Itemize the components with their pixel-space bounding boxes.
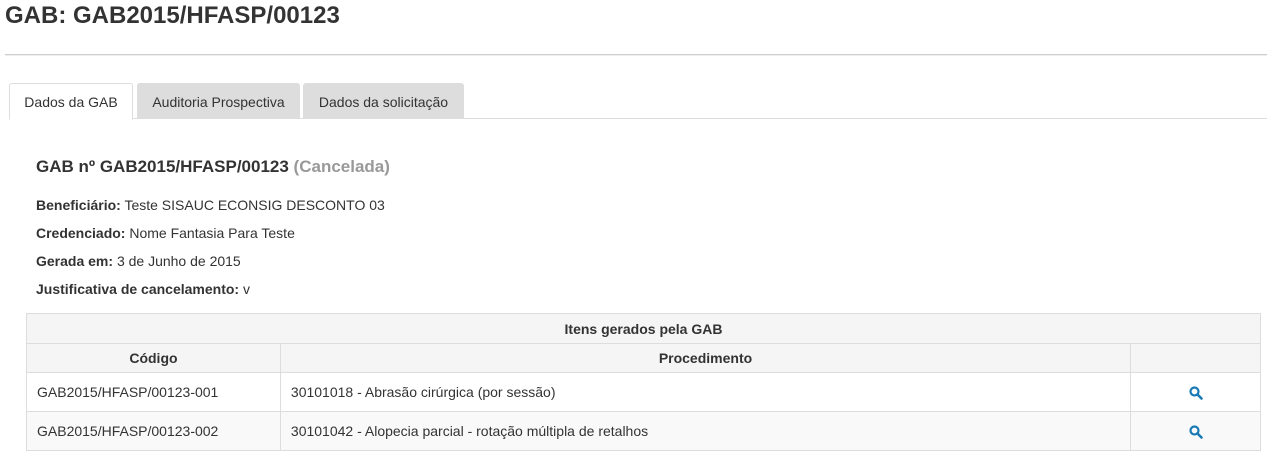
column-header-procedimento: Procedimento [279,343,1132,373]
table-caption: Itens gerados pela GAB [26,313,1261,344]
gab-heading: GAB nº GAB2015/HFASP/00123 (Cancelada) [36,156,390,178]
table-row: GAB2015/HFASP/00123-002 30101042 - Alope… [26,411,1261,451]
tab-bar: Dados da GAB Auditoria Prospectiva Dados… [9,83,1267,120]
field-value: v [242,281,250,297]
title-divider [5,54,1267,56]
field-justificativa: Justificativa de cancelamento: v [36,280,250,298]
field-credenciado: Credenciado: Nome Fantasia Para Teste [36,224,295,242]
page-title: GAB: GAB2015/HFASP/00123 [5,2,340,29]
tab-dados-da-gab[interactable]: Dados da GAB [9,83,133,120]
cell-code: GAB2015/HFASP/00123-002 [26,411,281,451]
items-table: Itens gerados pela GAB Código Procedimen… [26,313,1261,451]
cell-procedure: 30101042 - Alopecia parcial - rotação mú… [279,411,1132,451]
field-label: Credenciado: [36,225,126,241]
cell-actions [1130,411,1261,451]
column-header-codigo: Código [26,343,281,373]
table-row: GAB2015/HFASP/00123-001 30101018 - Abras… [26,372,1261,412]
tab-dados-da-solicitacao[interactable]: Dados da solicitação [303,83,464,119]
field-value: 3 de Junho de 2015 [116,253,241,269]
cell-code: GAB2015/HFASP/00123-001 [26,372,281,412]
field-value: Nome Fantasia Para Teste [129,225,295,241]
search-icon[interactable] [1188,385,1204,401]
tab-auditoria-prospectiva[interactable]: Auditoria Prospectiva [137,83,300,119]
field-value: Teste SISAUC ECONSIG DESCONTO 03 [124,197,385,213]
field-gerada-em: Gerada em: 3 de Junho de 2015 [36,252,241,270]
cell-procedure: 30101018 - Abrasão cirúrgica (por sessão… [279,372,1132,412]
cell-actions [1130,372,1261,412]
search-icon[interactable] [1188,424,1204,440]
column-header-actions [1130,343,1261,373]
field-beneficiario: Beneficiário: Teste SISAUC ECONSIG DESCO… [36,196,385,214]
field-label: Gerada em: [36,253,114,269]
status-badge: (Cancelada) [293,157,390,176]
gab-number: GAB nº GAB2015/HFASP/00123 [36,157,289,176]
field-label: Justificativa de cancelamento: [36,281,240,297]
field-label: Beneficiário: [36,197,121,213]
